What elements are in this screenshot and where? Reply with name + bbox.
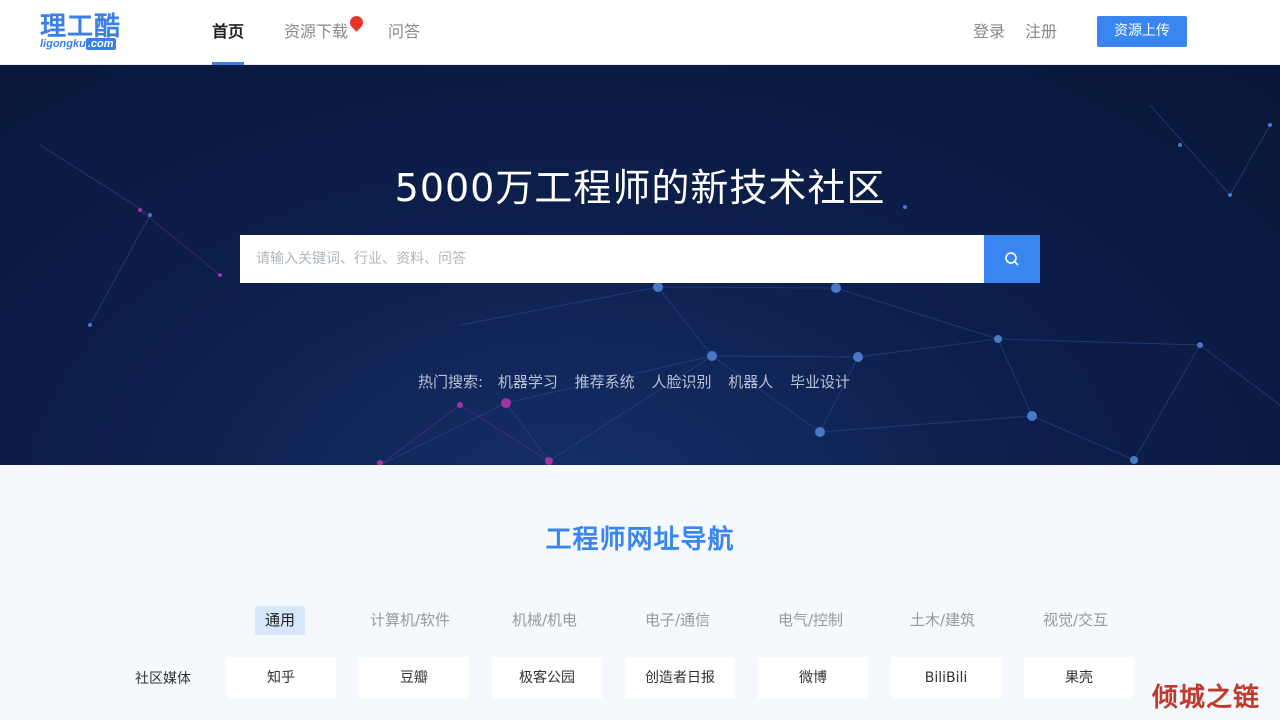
hot-term[interactable]: 毕业设计 <box>790 373 850 391</box>
category-tab-electrical[interactable]: 电气/控制 <box>768 606 853 635</box>
category-tab-visual[interactable]: 视觉/交互 <box>1033 606 1118 635</box>
site-link[interactable]: 创造者日报 <box>625 657 735 699</box>
logo-domain-tld: .com <box>85 38 116 50</box>
search-button[interactable] <box>984 235 1040 283</box>
site-link[interactable]: 果壳 <box>1024 657 1134 699</box>
upload-resource-button[interactable]: 资源上传 <box>1097 16 1187 47</box>
hot-searches-label: 热门搜索: <box>418 373 484 391</box>
top-header: 理工酷 ligongku .com 首页 资源下载 问答 登录 注册 资源上传 <box>0 0 1280 65</box>
category-tab-electronics[interactable]: 电子/通信 <box>635 606 720 635</box>
site-logo[interactable]: 理工酷 ligongku .com <box>40 12 130 52</box>
section-title: 工程师网址导航 <box>545 525 735 555</box>
site-link[interactable]: BiliBili <box>891 657 1001 699</box>
category-tab-general[interactable]: 通用 <box>255 606 306 635</box>
category-tab-computer[interactable]: 计算机/软件 <box>360 606 460 635</box>
nav-item-qa[interactable]: 问答 <box>388 0 420 65</box>
hot-term[interactable]: 人脸识别 <box>651 373 711 391</box>
site-link[interactable]: 豆瓣 <box>359 657 469 699</box>
nav-item-downloads[interactable]: 资源下载 <box>284 0 348 65</box>
hot-term[interactable]: 机器人 <box>728 373 773 391</box>
watermark: 倾城之链 <box>1152 683 1261 713</box>
search-input[interactable] <box>240 235 984 283</box>
hot-flame-icon <box>347 13 366 32</box>
site-link[interactable]: 知乎 <box>226 657 336 699</box>
category-tab-mechanical[interactable]: 机械/机电 <box>502 606 587 635</box>
hot-term[interactable]: 机器学习 <box>498 373 558 391</box>
logo-domain: ligongku .com <box>40 38 116 51</box>
login-link[interactable]: 登录 <box>973 0 1005 65</box>
row-label: 社区媒体 <box>135 671 191 687</box>
site-link[interactable]: 极客公园 <box>492 657 602 699</box>
register-link[interactable]: 注册 <box>1025 0 1057 65</box>
hot-searches: 热门搜索: 机器学习 推荐系统 人脸识别 机器人 毕业设计 <box>418 371 862 391</box>
site-link[interactable]: 微博 <box>758 657 868 699</box>
search-icon <box>1005 252 1019 266</box>
nav-item-home[interactable]: 首页 <box>212 0 245 65</box>
hero-title: 5000万工程师的新技术社区 <box>394 166 886 210</box>
logo-domain-name: ligongku <box>40 38 86 50</box>
hot-term[interactable]: 推荐系统 <box>575 373 635 391</box>
category-tab-civil[interactable]: 土木/建筑 <box>900 606 985 635</box>
